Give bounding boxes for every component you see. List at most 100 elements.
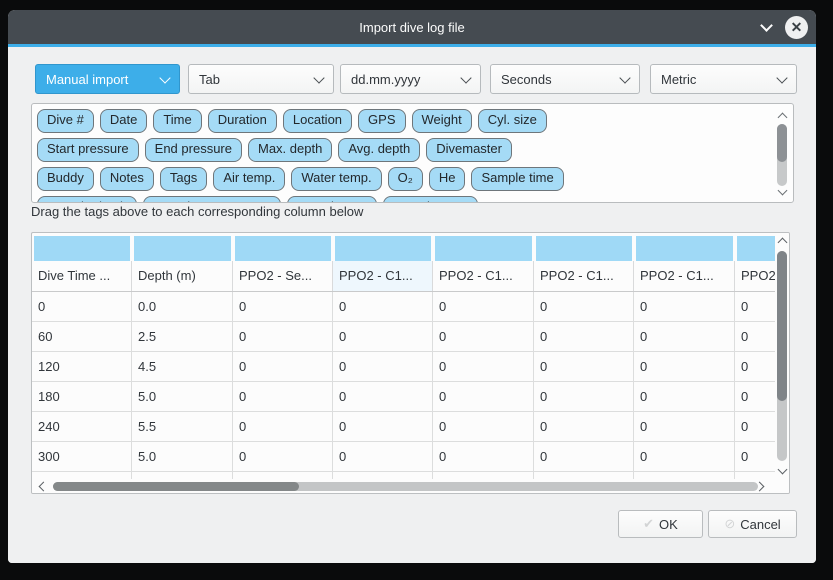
drop-target-cell[interactable] [235, 236, 331, 261]
tag-sample-cns[interactable]: Sample CNS [383, 196, 478, 203]
tag-buddy[interactable]: Buddy [37, 167, 94, 191]
tag-sample-depth[interactable]: Sample depth [37, 196, 137, 203]
scrollbar-thumb[interactable] [53, 482, 299, 491]
table-cell [534, 472, 634, 479]
cancel-button[interactable]: ⊘ Cancel [708, 510, 797, 538]
drop-target-cell[interactable] [335, 236, 431, 261]
column-header-cell[interactable]: PPO2 - C1... [534, 261, 634, 291]
tag-max-depth[interactable]: Max. depth [248, 138, 332, 162]
date-format-select[interactable]: dd.mm.yyyy [340, 64, 481, 94]
table-cell: 0 [233, 382, 333, 411]
cancel-icon: ⊘ [724, 516, 735, 532]
tag-water-temp[interactable]: Water temp. [291, 167, 381, 191]
table-vertical-scrollbar[interactable] [775, 233, 789, 479]
scroll-up-icon[interactable] [778, 113, 788, 123]
table-cell: 0 [233, 442, 333, 471]
close-button[interactable]: ✕ [785, 16, 808, 39]
table-cell: 0 [433, 412, 534, 441]
column-header-cell[interactable]: PPO2 - C1... [333, 261, 433, 291]
units-select[interactable]: Metric [650, 64, 797, 94]
tag-time[interactable]: Time [153, 109, 201, 133]
tag-location[interactable]: Location [283, 109, 352, 133]
table-cell: 0 [534, 412, 634, 441]
drop-target-cell[interactable] [536, 236, 632, 261]
tag-cyl-size[interactable]: Cyl. size [478, 109, 547, 133]
table-cell: 5.0 [132, 382, 233, 411]
tag-end-pressure[interactable]: End pressure [145, 138, 242, 162]
table-row-partial [32, 472, 790, 479]
drop-target-cell[interactable] [34, 236, 130, 261]
tag-row: Dive #DateTime DurationLocationGPS WeightC… [37, 109, 547, 133]
scroll-up-icon[interactable] [778, 238, 788, 248]
tag-avg-depth[interactable]: Avg. depth [338, 138, 420, 162]
table-horizontal-scrollbar[interactable] [32, 479, 789, 493]
tag-gps[interactable]: GPS [358, 109, 405, 133]
table-cell [132, 472, 233, 479]
column-header-cell[interactable]: Dive Time ... [32, 261, 132, 291]
tag-sample-time[interactable]: Sample time [471, 167, 563, 191]
table-cell: 0 [32, 292, 132, 321]
field-separator-select[interactable]: Tab [188, 64, 334, 94]
shade-chevron-down-icon[interactable] [760, 19, 773, 32]
drop-target-cell[interactable] [134, 236, 231, 261]
table-cell: 0 [433, 352, 534, 381]
tag-o[interactable]: O₂ [388, 167, 423, 191]
table-cell: 2.5 [132, 322, 233, 351]
column-header-cell[interactable]: PPO2 - Se... [233, 261, 333, 291]
scroll-left-icon[interactable] [39, 482, 49, 492]
tag-row: Sample depth Sample temperature Sample pO₂… [37, 196, 478, 203]
duration-format-select[interactable]: Seconds [490, 64, 640, 94]
scroll-down-icon[interactable] [778, 465, 788, 475]
table-cell: 240 [32, 412, 132, 441]
table-cell [333, 472, 433, 479]
tag-sample-temperature[interactable]: Sample temperature [143, 196, 281, 203]
tag-dive[interactable]: Dive # [37, 109, 94, 133]
table-cell: 0 [233, 322, 333, 351]
table-cell: 0 [534, 322, 634, 351]
close-icon: ✕ [791, 20, 803, 34]
tag-air-temp[interactable]: Air temp. [213, 167, 285, 191]
scrollbar-thumb[interactable] [777, 251, 787, 401]
column-header-row: Dive Time ...Depth (m)PPO2 - Se...PPO2 -… [32, 261, 790, 292]
titlebar[interactable]: Import dive log file ✕ [8, 10, 816, 44]
table-cell: 0 [333, 322, 433, 351]
import-type-value: Manual import [46, 72, 128, 87]
scrollbar-thumb[interactable] [777, 124, 787, 162]
table-cell [233, 472, 333, 479]
table-cell: 0 [534, 292, 634, 321]
table-cell: 0 [333, 292, 433, 321]
table-cell: 0 [333, 382, 433, 411]
table-cell: 5.0 [132, 442, 233, 471]
scroll-down-icon[interactable] [778, 186, 788, 196]
column-header-cell[interactable]: PPO2 - C1... [433, 261, 534, 291]
import-type-select[interactable]: Manual import [35, 64, 180, 94]
ok-button[interactable]: ✔ OK [618, 510, 703, 538]
mapping-table: Dive Time ...Depth (m)PPO2 - Se...PPO2 -… [31, 232, 790, 494]
tag-notes[interactable]: Notes [100, 167, 154, 191]
table-cell: 0 [433, 382, 534, 411]
tag-row: Start pressureEnd pressureMax. depthAvg.… [37, 138, 512, 162]
table-row: 1805.0000000 [32, 382, 790, 412]
tag-he[interactable]: He [429, 167, 466, 191]
tag-divemaster[interactable]: Divemaster [426, 138, 512, 162]
table-cell [433, 472, 534, 479]
tag-date[interactable]: Date [100, 109, 147, 133]
tag-weight[interactable]: Weight [412, 109, 472, 133]
tag-tags[interactable]: Tags [160, 167, 207, 191]
tag-duration[interactable]: Duration [208, 109, 277, 133]
table-cell: 180 [32, 382, 132, 411]
drag-hint-label: Drag the tags above to each correspondin… [31, 204, 363, 219]
units-value: Metric [661, 72, 696, 87]
chevron-down-icon [313, 72, 324, 83]
tag-sample-po[interactable]: Sample pO₂ [287, 196, 377, 203]
column-header-cell[interactable]: Depth (m) [132, 261, 233, 291]
column-header-cell[interactable]: PPO2 - C1... [634, 261, 735, 291]
tag-pool-scrollbar[interactable] [776, 107, 790, 199]
drop-target-cell[interactable] [636, 236, 733, 261]
drop-target-cell[interactable] [435, 236, 532, 261]
table-cell: 0 [433, 292, 534, 321]
table-cell: 60 [32, 322, 132, 351]
table-cell: 0 [233, 412, 333, 441]
table-cell: 0 [634, 322, 735, 351]
tag-start-pressure[interactable]: Start pressure [37, 138, 139, 162]
